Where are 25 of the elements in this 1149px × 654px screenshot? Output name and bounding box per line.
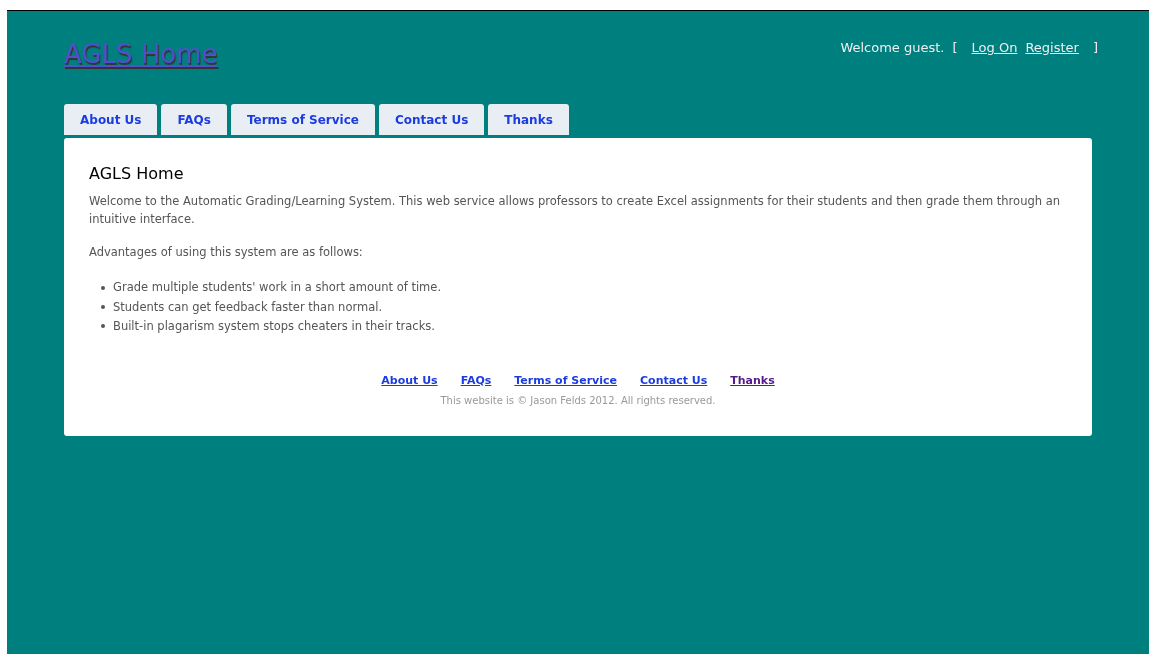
bracket-text: ]	[1092, 38, 1098, 57]
advantage-item: Built-in plagarism system stops cheaters in their tracks.	[113, 317, 435, 335]
footer-link[interactable]: Thanks	[730, 373, 775, 390]
advantage-item: Students can get feedback faster than normal.	[113, 298, 383, 316]
nav-tab[interactable]: FAQs	[161, 104, 227, 135]
account-link[interactable]: Register	[1025, 37, 1079, 58]
bullet-icon	[101, 305, 105, 310]
copyright-text: This website is © Jason Felds 2012. All rights reserved.	[440, 393, 716, 408]
footer-link[interactable]: Contact Us	[640, 373, 708, 390]
nav-tab[interactable]: Contact Us	[378, 104, 485, 135]
footer-link[interactable]: About Us	[381, 373, 438, 390]
bullet-icon	[101, 285, 105, 290]
bracket-text: [	[952, 38, 958, 57]
footer-link[interactable]: Terms of Service	[514, 373, 617, 390]
footer-link[interactable]: FAQs	[460, 373, 492, 390]
page-heading: AGLS Home	[89, 163, 185, 185]
welcome-text: Welcome guest.	[840, 38, 945, 57]
advantages-intro: Advantages of using this system are as follows:	[89, 244, 364, 261]
intro-paragraph: Welcome to the Automatic Grading/Learning System. This web service allows professors to create Excel assignments for their students and then grade them through an intuitive interface.	[89, 193, 1061, 228]
nav-tab[interactable]: Terms of Service	[230, 104, 375, 135]
bullet-icon	[101, 324, 105, 329]
nav-tab[interactable]: Thanks	[488, 104, 569, 135]
nav-tab[interactable]: About Us	[64, 104, 158, 135]
account-link[interactable]: Log On	[971, 37, 1018, 58]
advantage-item: Grade multiple students' work in a short amount of time.	[113, 279, 442, 297]
